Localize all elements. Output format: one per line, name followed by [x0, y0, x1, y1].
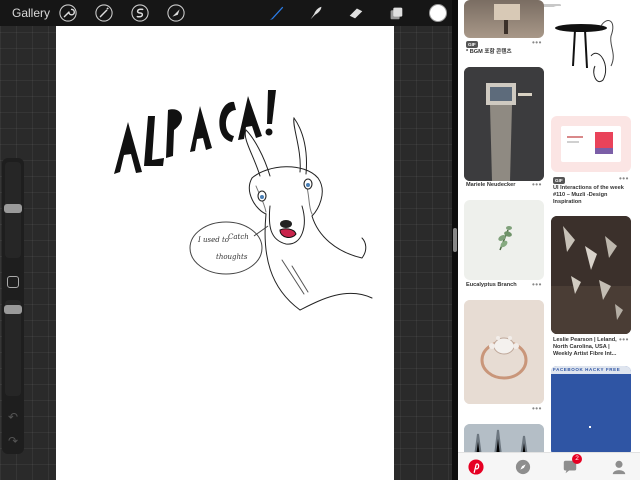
speech-bubble-tail	[253, 225, 269, 237]
bottom-tab-bar: 2	[458, 452, 640, 480]
alpaca-left-iris	[260, 195, 264, 199]
pin-title: Eucalyptus Branch	[466, 282, 517, 288]
brush-icon[interactable]	[266, 3, 286, 23]
speech-line-2: Catch	[228, 233, 249, 241]
pin-image[interactable]	[464, 67, 544, 181]
wrench-icon[interactable]	[58, 3, 78, 23]
gif-badge: GIF	[466, 41, 478, 48]
profile-icon[interactable]	[610, 458, 628, 476]
pin-title: Mariele Neudecker	[466, 182, 516, 188]
opacity-slider[interactable]	[4, 300, 22, 396]
pin-image[interactable]	[464, 0, 544, 38]
pin-image[interactable]	[551, 6, 631, 100]
tool-sidebar: ↶ ↷	[2, 158, 24, 454]
alpaca-figure	[244, 116, 373, 311]
pin-title: UI Interactions of the week #110 – Muzli…	[553, 185, 624, 205]
more-icon[interactable]: •••	[532, 39, 542, 47]
speech-line-3: thoughts	[216, 253, 248, 261]
brush-size-handle[interactable]	[4, 204, 22, 213]
pin-image[interactable]: FACEBOOK HACKY FREE	[551, 366, 631, 456]
pin-image[interactable]	[464, 300, 544, 404]
selection-icon[interactable]	[130, 3, 150, 23]
brush-size-slider[interactable]	[4, 162, 22, 258]
drawing-canvas[interactable]: I used to Catch thoughts	[56, 26, 394, 480]
opacity-handle[interactable]	[4, 305, 22, 314]
more-icon[interactable]: •••	[619, 175, 629, 183]
more-icon[interactable]: •••	[532, 405, 542, 413]
alpaca-drawing: I used to Catch thoughts	[114, 90, 373, 311]
pinterest-app: GIF ••• * BGM 포함 콘텐츠 Mariele Neudecker •…	[458, 0, 640, 480]
pinterest-home-icon[interactable]	[467, 458, 485, 476]
speech-line-1: I used to	[197, 236, 229, 244]
more-icon[interactable]: •••	[532, 281, 542, 289]
chat-icon[interactable]: 2	[561, 454, 582, 476]
pin-title: Leslie Pearson | Leland, North Carolina,…	[553, 337, 617, 357]
alpaca-tongue	[279, 228, 297, 238]
magic-wand-icon[interactable]	[94, 3, 114, 23]
eraser-icon[interactable]	[346, 3, 366, 23]
undo-icon[interactable]: ↶	[6, 410, 20, 424]
more-icon[interactable]: •••	[532, 181, 542, 189]
alpaca-lettering	[114, 90, 276, 174]
color-picker-button[interactable]	[429, 4, 447, 22]
procreate-toolbar: Gallery	[0, 0, 452, 26]
gif-badge: GIF	[553, 177, 565, 184]
pin-image[interactable]	[551, 216, 631, 334]
alpaca-nose	[280, 220, 292, 228]
procreate-app: Gallery ↶ ↷ I used to Catch thoughts	[0, 0, 452, 480]
compass-icon[interactable]	[514, 458, 532, 476]
pin-title: FACEBOOK HACKY FREE	[553, 367, 621, 372]
layers-icon[interactable]	[386, 3, 406, 23]
pin-image[interactable]	[464, 200, 544, 280]
pin-title: * BGM 포함 콘텐츠	[466, 49, 512, 55]
speech-bubble	[189, 221, 263, 275]
eyedropper-button[interactable]	[7, 276, 19, 288]
transform-icon[interactable]	[166, 3, 186, 23]
gallery-button[interactable]: Gallery	[12, 6, 50, 20]
alpaca-right-iris	[306, 183, 310, 187]
split-handle[interactable]	[453, 228, 457, 252]
split-view: Gallery ↶ ↷ I used to Catch thoughts GIF…	[0, 0, 640, 480]
pin-image[interactable]	[551, 116, 631, 172]
notification-badge: 2	[572, 454, 582, 464]
redo-icon[interactable]: ↷	[6, 434, 20, 448]
more-icon[interactable]: •••	[619, 336, 629, 344]
smudge-icon[interactable]	[306, 3, 326, 23]
